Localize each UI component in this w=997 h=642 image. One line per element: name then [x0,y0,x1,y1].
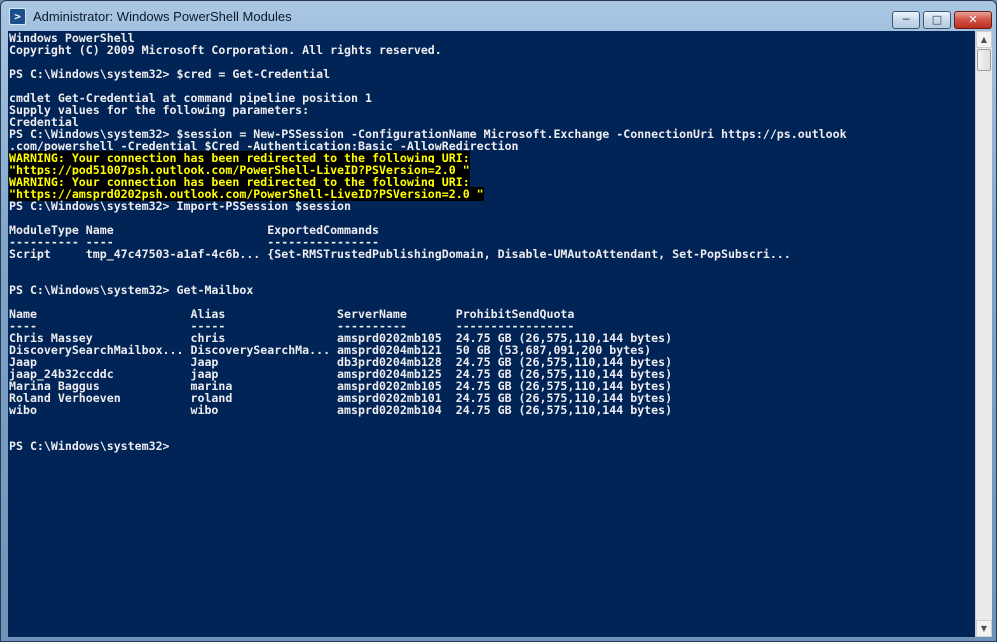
console-line-text: PS C:\Windows\system32> [9,439,170,453]
maximize-button[interactable]: □ [923,11,951,29]
title-bar[interactable]: > Administrator: Windows PowerShell Modu… [1,1,996,31]
scroll-down-arrow-icon: ▼ [980,624,988,633]
console-line: PS C:\Windows\system32> [9,440,975,452]
console-line: Supply values for the following paramete… [9,104,975,116]
window-title: Administrator: Windows PowerShell Module… [33,9,292,24]
console-line-text: Script tmp_47c47503-a1af-4c6b... {Set-RM… [9,247,791,261]
console-client-area: Windows PowerShell Copyright (C) 2009 Mic… [8,31,992,637]
scroll-up-arrow-icon: ▲ [980,35,988,44]
console-line: Script tmp_47c47503-a1af-4c6b... {Set-RM… [9,248,975,260]
close-button[interactable]: ✕ [954,11,992,29]
console-line-text: wibo wibo amsprd0202mb104 24.75 GB (26,5… [9,403,673,417]
maximize-icon: □ [931,13,943,26]
console-line-text: Copyright (C) 2009 Microsoft Corporation… [9,43,442,57]
close-icon: ✕ [968,13,978,26]
console-line: PS C:\Windows\system32> Get-Mailbox [9,284,975,296]
powershell-icon[interactable]: > [9,8,26,25]
console-line-text: PS C:\Windows\system32> Import-PSSession… [9,199,352,213]
console-output[interactable]: Windows PowerShell Copyright (C) 2009 Mic… [9,32,975,636]
powershell-window: > Administrator: Windows PowerShell Modu… [0,0,997,642]
minimize-button[interactable]: ─ [892,11,920,29]
console-line: PS C:\Windows\system32> $cred = Get-Cred… [9,68,975,80]
minimize-icon: ─ [902,13,910,26]
scroll-up-button[interactable]: ▲ [976,31,992,48]
scroll-thumb[interactable] [977,49,991,71]
vertical-scrollbar[interactable]: ▲ ▼ [975,31,992,637]
console-line-text: PS C:\Windows\system32> $cred = Get-Cred… [9,67,331,81]
console-line: wibo wibo amsprd0202mb104 24.75 GB (26,5… [9,404,975,416]
scroll-down-button[interactable]: ▼ [976,620,992,637]
console-line: Copyright (C) 2009 Microsoft Corporation… [9,44,975,56]
console-line: PS C:\Windows\system32> Import-PSSession… [9,200,975,212]
console-line-text: PS C:\Windows\system32> Get-Mailbox [9,283,254,297]
